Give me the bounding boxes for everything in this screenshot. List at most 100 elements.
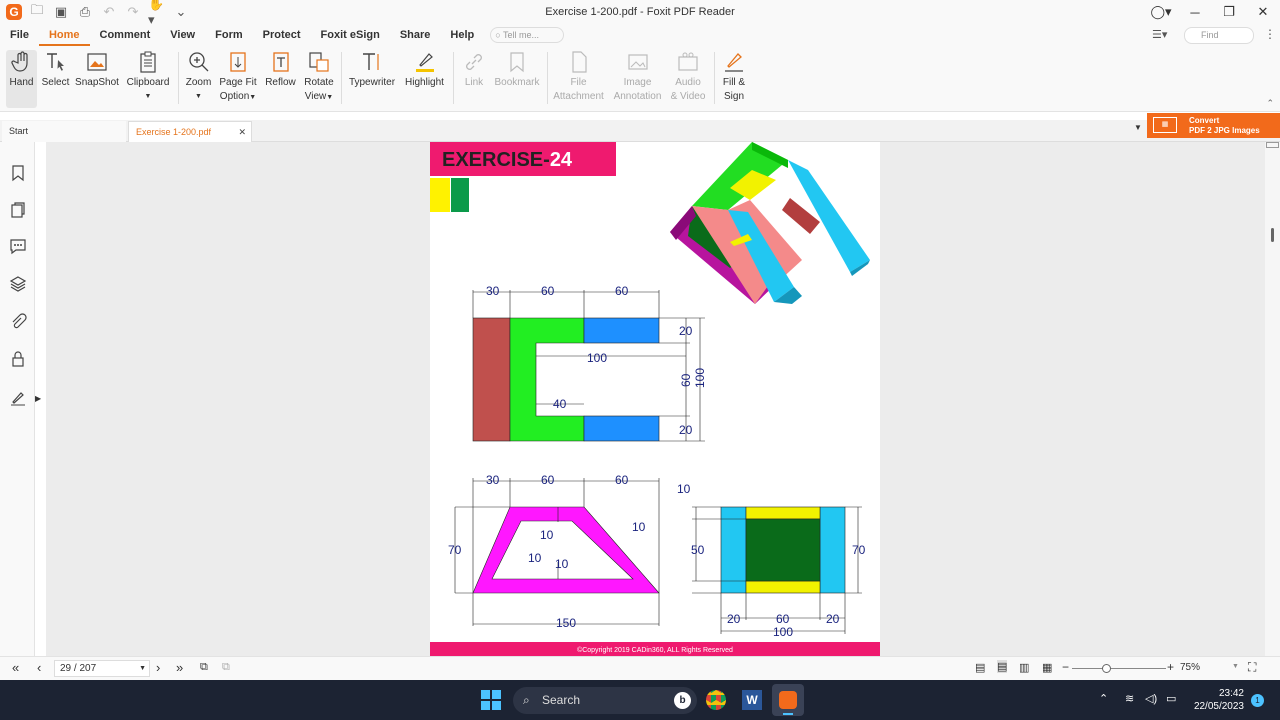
link-button[interactable]: Link — [460, 50, 488, 90]
menu-form[interactable]: Form — [205, 24, 253, 46]
security-panel-icon[interactable] — [9, 350, 27, 368]
dim-label: 20 — [679, 324, 693, 338]
attachments-panel-icon[interactable] — [9, 313, 27, 331]
bing-icon[interactable]: b — [674, 692, 691, 709]
minimize-icon[interactable]: ─ — [1178, 5, 1212, 20]
dim-label: 70 — [448, 543, 462, 557]
hand-button[interactable]: Hand — [6, 50, 37, 108]
bookmark-button[interactable]: Bookmark — [492, 50, 542, 90]
lightbulb-icon: ○ — [495, 30, 504, 40]
menu-share[interactable]: Share — [390, 24, 441, 46]
page-dropdown-icon[interactable]: ▼ — [139, 661, 146, 676]
zoom-out-icon[interactable]: − — [1062, 660, 1069, 674]
snapshot-button[interactable]: SnapShot — [74, 50, 120, 90]
dim-label: 20 — [826, 612, 840, 626]
select-button[interactable]: Select — [40, 50, 71, 90]
convert-pdf-2-jpg-banner[interactable]: ▦ Convert PDF 2 JPG Images — [1147, 113, 1280, 138]
dim-label: 70 — [852, 543, 866, 557]
previous-view-icon[interactable]: ⧉ — [200, 661, 208, 674]
find-input[interactable]: Find — [1184, 27, 1254, 44]
tab-document[interactable]: Exercise 1-200.pdf ✕ — [128, 121, 252, 142]
save-icon[interactable]: ▣ — [52, 3, 70, 21]
tab-start[interactable]: Start — [2, 121, 126, 142]
notification-badge[interactable]: 1 — [1251, 694, 1264, 707]
menu-protect[interactable]: Protect — [253, 24, 311, 46]
zoom-slider-thumb[interactable] — [1102, 664, 1111, 673]
wifi-icon[interactable]: ≋ — [1125, 692, 1134, 705]
zoom-level[interactable]: 75% — [1180, 662, 1200, 673]
dim-label: 10 — [540, 528, 554, 542]
page-number-input[interactable]: 29 / 207 ▼ — [54, 660, 150, 677]
pdf-page: EXERCISE-24 30 60 60 20 20 60 100 100 40… — [430, 142, 880, 656]
menu-help[interactable]: Help — [440, 24, 484, 46]
continuous-page-icon[interactable]: ▤ — [997, 660, 1008, 673]
first-page-icon[interactable]: « — [12, 660, 19, 675]
more-options-icon[interactable]: ⋮ — [1264, 27, 1276, 41]
open-folder-icon[interactable]: 🗀 — [28, 2, 46, 21]
battery-icon[interactable]: ▭ — [1166, 692, 1176, 705]
zoom-in-icon[interactable]: + — [1167, 660, 1174, 674]
continuous-facing-icon[interactable]: ▦ — [1042, 661, 1052, 674]
foxit-taskbar-icon[interactable] — [772, 684, 804, 716]
dim-label: 50 — [691, 543, 705, 557]
print-icon[interactable]: ⎙ — [76, 3, 94, 21]
restore-icon[interactable]: ❐ — [1212, 4, 1246, 20]
typewriter-button[interactable]: Typewriter — [347, 50, 397, 90]
menu-file[interactable]: File — [0, 24, 39, 46]
rotate-view-button[interactable]: Rotate View▼ — [302, 50, 336, 105]
zoom-dropdown-icon[interactable]: ▼ — [1232, 663, 1239, 670]
menu-home[interactable]: Home — [38, 24, 90, 46]
hand-tool-dropdown-icon[interactable]: ✋▾ — [148, 0, 166, 27]
bookmark-panel-icon[interactable] — [9, 164, 27, 182]
tell-me-input[interactable]: ○ Tell me... — [490, 27, 565, 43]
facing-page-icon[interactable]: ▥ — [1019, 661, 1029, 674]
volume-icon[interactable]: ◁) — [1145, 692, 1157, 705]
single-page-icon[interactable]: ▤ — [975, 661, 985, 674]
close-icon[interactable]: ✕ — [1246, 4, 1280, 20]
layers-panel-icon[interactable] — [9, 275, 27, 293]
dim-label: 30 — [486, 284, 500, 298]
redo-icon[interactable]: ↷ — [124, 3, 142, 21]
expand-panel-arrow-icon[interactable]: ▶ — [35, 394, 41, 403]
zoom-button[interactable]: Zoom ▼ — [183, 50, 214, 104]
fullscreen-icon[interactable]: ⛶ — [1248, 660, 1256, 675]
undo-icon[interactable]: ↶ — [100, 3, 118, 21]
page-fit-option-button[interactable]: Page Fit Option▼ — [218, 50, 258, 105]
comments-panel-icon[interactable] — [9, 237, 27, 255]
menu-comment[interactable]: Comment — [90, 24, 161, 46]
zoom-slider[interactable] — [1072, 664, 1166, 673]
collapse-ribbon-icon[interactable]: ⌃ — [1266, 98, 1274, 109]
previous-page-icon[interactable]: ‹ — [37, 660, 41, 675]
tab-list-dropdown-icon[interactable]: ▼ — [1134, 123, 1142, 132]
account-icon[interactable]: ◯▾ — [1144, 4, 1178, 20]
menu-view[interactable]: View — [160, 24, 205, 46]
show-hidden-icons[interactable]: ⌃ — [1099, 692, 1108, 705]
audio-video-button[interactable]: Audio & Video — [667, 50, 709, 104]
image-annotation-button[interactable]: Image Annotation — [610, 50, 665, 104]
word-taskbar-icon[interactable]: W — [742, 690, 762, 710]
clipboard-button[interactable]: Clipboard ▼ — [124, 50, 172, 104]
pages-panel-icon[interactable] — [9, 201, 27, 219]
next-view-icon[interactable]: ⧉ — [222, 661, 230, 674]
chrome-taskbar-icon[interactable] — [706, 690, 726, 710]
split-view-icon[interactable] — [1266, 142, 1279, 148]
taskbar-search[interactable]: ⌕ Search b — [513, 687, 697, 714]
reflow-button[interactable]: Reflow — [263, 50, 298, 90]
fill-and-sign-button[interactable]: Fill & Sign — [719, 50, 749, 104]
last-page-icon[interactable]: » — [176, 660, 183, 675]
scrollbar-thumb[interactable] — [1271, 228, 1274, 242]
search-mode-icon[interactable]: ☰▾ — [1152, 28, 1167, 41]
customize-quick-access-icon[interactable]: ⌄ — [172, 3, 190, 21]
start-button[interactable] — [481, 690, 501, 710]
foxit-logo-icon[interactable]: G — [6, 4, 22, 20]
next-page-icon[interactable]: › — [156, 660, 160, 675]
copyright-text: ©Copyright 2019 CADin360, ALL Rights Res… — [577, 646, 733, 654]
highlight-button[interactable]: Highlight — [402, 50, 447, 90]
system-clock[interactable]: 23:42 22/05/2023 — [1194, 687, 1244, 713]
file-attachment-button[interactable]: File Attachment — [551, 50, 606, 104]
vertical-scrollbar[interactable] — [1265, 142, 1280, 656]
close-tab-icon[interactable]: ✕ — [238, 122, 246, 142]
menu-foxit-esign[interactable]: Foxit eSign — [311, 24, 390, 46]
ribbon-toolbar: Hand Select SnapShot Clipboard ▼ Zoom ▼ … — [0, 46, 1280, 112]
signature-panel-icon[interactable] — [9, 389, 27, 407]
